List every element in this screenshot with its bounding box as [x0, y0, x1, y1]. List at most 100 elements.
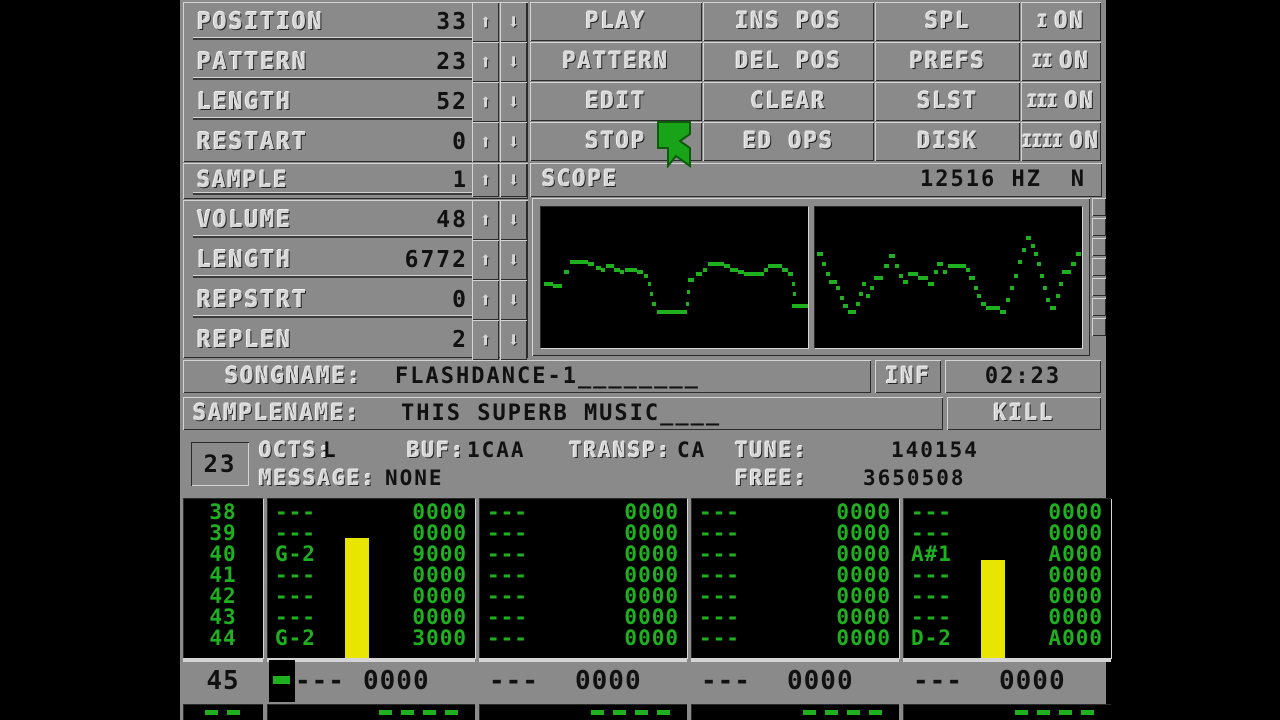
pattern-channel-3[interactable]: --- 0000 --- 0000 --- 0000 --- 0000 --- 0000 …: [691, 498, 899, 658]
level-meter-segment: [1092, 218, 1106, 236]
position-down-button[interactable]: ⬇: [500, 2, 527, 42]
spl-button[interactable]: SPL: [875, 2, 1021, 41]
pattern-cell: --- 0000: [903, 607, 1111, 628]
sample-length-up-button[interactable]: ⬆: [472, 240, 499, 280]
pattern-current-row[interactable]: 45 --- 0000 --- 0000 --- 0000 --- 0000: [183, 658, 1111, 702]
message-value: NONE: [385, 466, 444, 490]
channel-4-state: ON: [1069, 129, 1101, 154]
param-value-position[interactable]: 33: [436, 9, 468, 35]
current-cell-effect: 0000: [999, 666, 1066, 696]
repstrt-down-button[interactable]: ⬇: [500, 280, 527, 320]
kill-button[interactable]: KILL: [947, 397, 1101, 430]
channel-1-toggle[interactable]: I ON: [1021, 2, 1102, 41]
clear-button[interactable]: CLEAR: [702, 82, 875, 121]
waveform-left: [544, 260, 808, 314]
songname-field[interactable]: SONGNAME: FLASHDANCE-1________: [183, 360, 871, 393]
volume-up-button[interactable]: ⬆: [472, 200, 499, 240]
scope-header-bar[interactable]: SCOPE 12516 HZ N: [530, 163, 1102, 197]
down-arrow-icon: ⬇: [507, 90, 520, 114]
cell-note: ---: [699, 605, 740, 629]
restart-down-button[interactable]: ⬇: [500, 122, 527, 162]
message-label: MESSAGE:: [259, 466, 377, 490]
channel-4-numeral: IIII: [1021, 131, 1063, 152]
pattern-cell: --- 0000: [691, 544, 899, 565]
replen-up-button[interactable]: ⬆: [472, 320, 499, 360]
pattern-cell: --- 0000: [691, 523, 899, 544]
param-label-sample-length: LENGTH: [197, 247, 293, 273]
sample-length-down-button[interactable]: ⬇: [500, 240, 527, 280]
param-value-sample[interactable]: 1: [453, 168, 468, 193]
param-label-repstrt: REPSTRT: [197, 287, 308, 313]
sample-down-button[interactable]: ⬇: [500, 163, 527, 197]
disk-button[interactable]: DISK: [875, 122, 1021, 161]
ins-pos-button[interactable]: INS POS: [702, 2, 875, 41]
songname-label: SONGNAME:: [225, 364, 363, 389]
cell-note: ---: [487, 542, 528, 566]
restart-up-button[interactable]: ⬆: [472, 122, 499, 162]
replen-down-button[interactable]: ⬇: [500, 320, 527, 360]
param-value-restart[interactable]: 0: [452, 129, 468, 155]
param-label-length: LENGTH: [197, 89, 293, 115]
sample-up-button[interactable]: ⬆: [472, 163, 499, 197]
cell-effect: 0000: [624, 500, 679, 524]
cell-note: ---: [275, 521, 316, 545]
pattern-button[interactable]: PATTERN: [530, 42, 702, 81]
pattern-number-box[interactable]: 23: [191, 442, 249, 486]
param-value-repstrt[interactable]: 0: [452, 287, 468, 313]
scope-display-area: [532, 198, 1090, 356]
cell-effect: 0000: [412, 563, 467, 587]
position-up-button[interactable]: ⬆: [472, 2, 499, 42]
param-underline: [193, 117, 472, 120]
param-value-replen[interactable]: 2: [452, 327, 468, 353]
del-pos-button[interactable]: DEL POS: [702, 42, 875, 81]
info-line-1: OCTS: L BUF: 1CAA TRANSP: CA TUNE: 14015…: [259, 438, 1095, 466]
prefs-button[interactable]: PREFS: [875, 42, 1021, 81]
row-number: 41: [209, 563, 237, 587]
cell-effect: 0000: [1048, 605, 1103, 629]
param-value-volume[interactable]: 48: [436, 207, 468, 233]
cell-note: ---: [699, 521, 740, 545]
param-row-length: LENGTH 52 ⬆ ⬇: [183, 82, 528, 122]
repstrt-up-button[interactable]: ⬆: [472, 280, 499, 320]
pattern-cell: G-2 9000: [267, 544, 475, 565]
pattern-info-panel: 23 OCTS: L BUF: 1CAA TRANSP: CA TUNE: 14…: [183, 434, 1103, 496]
param-underline: [193, 235, 472, 238]
slst-button[interactable]: SLST: [875, 82, 1021, 121]
param-value-length[interactable]: 52: [436, 89, 468, 115]
cell-note: ---: [699, 542, 740, 566]
pattern-cell: --- 0000: [479, 502, 687, 523]
pattern-down-button[interactable]: ⬇: [500, 42, 527, 82]
inf-button[interactable]: INF: [875, 360, 941, 393]
pattern-editor[interactable]: 38 39 40 41 42 43 44 --- 0000 --- 0000 G-2…: [183, 498, 1111, 720]
length-down-button[interactable]: ⬇: [500, 82, 527, 122]
cell-effect: 0000: [412, 521, 467, 545]
pattern-channel-4[interactable]: --- 0000 --- 0000 A#1 A000 --- 0000 --- 0000 …: [903, 498, 1111, 658]
pattern-channel-2[interactable]: --- 0000 --- 0000 --- 0000 --- 0000 --- 0000 …: [479, 498, 687, 658]
channel-2-toggle[interactable]: II ON: [1021, 42, 1102, 81]
current-cell-effect: 0000: [575, 666, 642, 696]
current-cell-note: ---: [701, 666, 751, 696]
level-meter-segment: [1092, 278, 1106, 296]
pattern-cell: --- 0000: [903, 565, 1111, 586]
cell-effect: 0000: [1048, 521, 1103, 545]
cell-note: ---: [487, 563, 528, 587]
cell-effect: 0000: [624, 584, 679, 608]
channel-3-toggle[interactable]: III ON: [1021, 82, 1102, 121]
scope-label: SCOPE: [542, 167, 619, 192]
cell-effect: 0000: [1048, 584, 1103, 608]
length-up-button[interactable]: ⬆: [472, 82, 499, 122]
pattern-spinner: ⬆ ⬇: [472, 42, 528, 82]
pattern-up-button[interactable]: ⬆: [472, 42, 499, 82]
play-button[interactable]: PLAY: [530, 2, 702, 41]
samplename-field[interactable]: SAMPLENAME: THIS SUPERB MUSIC____: [183, 397, 943, 430]
ed-ops-button[interactable]: ED OPS: [702, 122, 875, 161]
param-value-pattern[interactable]: 23: [436, 49, 468, 75]
next-row-channel-2: [479, 704, 687, 720]
pattern-channel-1[interactable]: --- 0000 --- 0000 G-2 9000 --- 0000 --- 0000 …: [267, 498, 475, 658]
channel-4-toggle[interactable]: IIII ON: [1021, 122, 1102, 161]
level-meter-segment: [1092, 318, 1106, 336]
cell-effect: 0000: [624, 626, 679, 650]
param-value-sample-length[interactable]: 6772: [405, 247, 468, 273]
edit-button[interactable]: EDIT: [530, 82, 702, 121]
volume-down-button[interactable]: ⬇: [500, 200, 527, 240]
